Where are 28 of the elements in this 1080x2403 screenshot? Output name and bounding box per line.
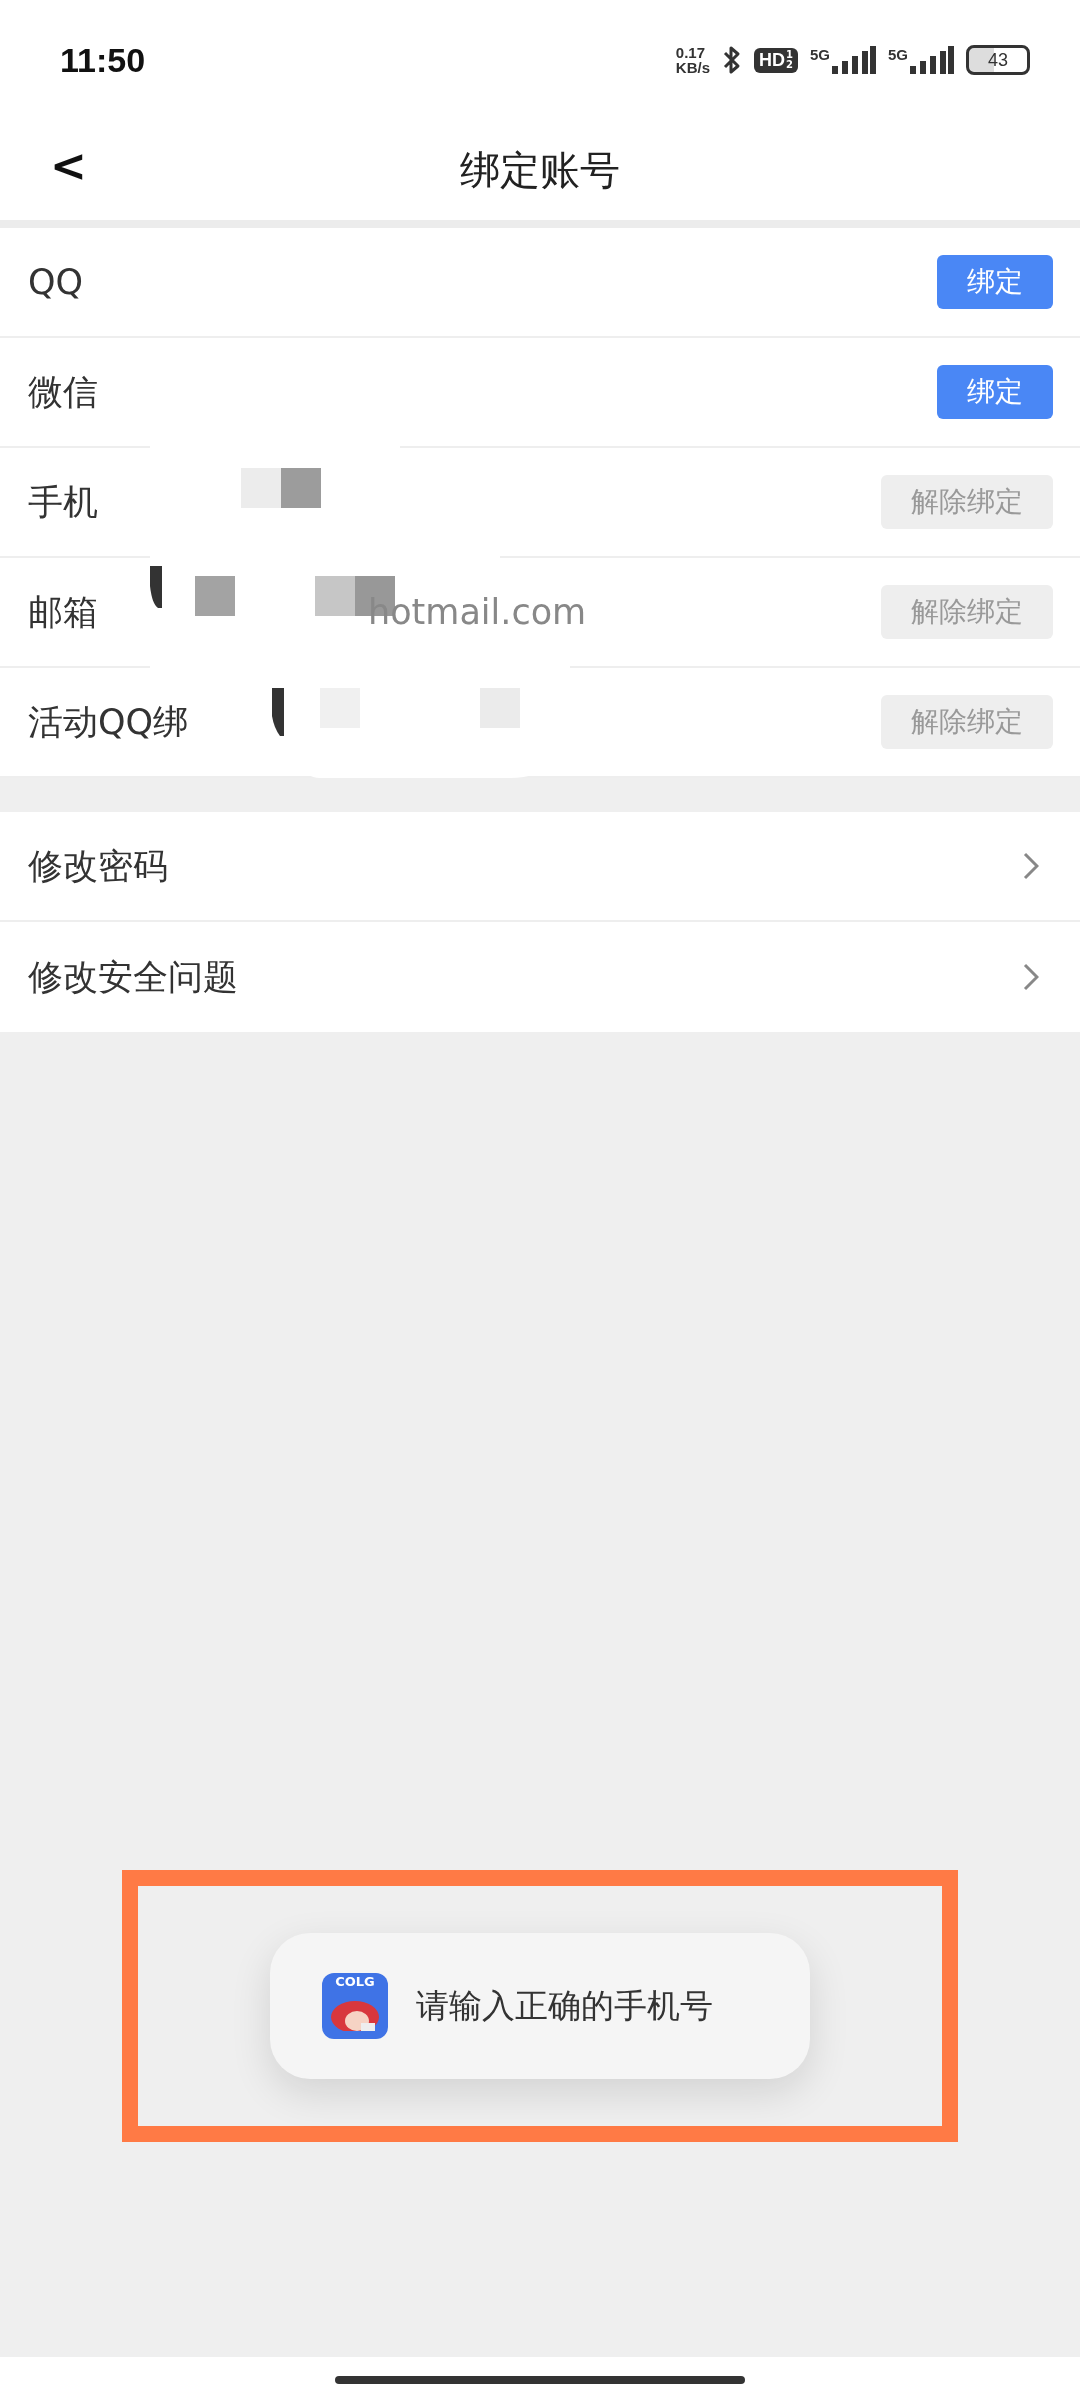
row-label: QQ xyxy=(28,262,84,302)
settings-item[interactable]: 修改密码 xyxy=(0,812,1080,922)
signal-icon xyxy=(910,46,954,74)
row-label: 微信 xyxy=(28,370,98,414)
row-label: 活动QQ绑 xyxy=(28,700,189,744)
unbind-button[interactable]: 解除绑定 xyxy=(881,475,1053,529)
signal-icon xyxy=(832,46,876,74)
unbind-button[interactable]: 解除绑定 xyxy=(881,585,1053,639)
back-button[interactable]: < xyxy=(40,140,97,191)
bind-button[interactable]: 绑定 xyxy=(937,365,1053,419)
unbind-button[interactable]: 解除绑定 xyxy=(881,695,1053,749)
bluetooth-icon xyxy=(722,44,742,76)
toast-text: 请输入正确的手机号 xyxy=(416,1984,713,2027)
bind-button[interactable]: 绑定 xyxy=(937,255,1053,309)
network-speed: 0.17 xyxy=(675,45,706,60)
network-type: 5G xyxy=(888,46,908,63)
chevron-right-icon xyxy=(1023,963,1039,991)
app-icon: COLG xyxy=(322,1973,388,2039)
settings-item[interactable]: 修改安全问题 xyxy=(0,922,1080,1032)
home-indicator[interactable] xyxy=(335,2376,745,2384)
status-time: 11:50 xyxy=(60,40,146,80)
network-speed: KB/s xyxy=(675,60,710,75)
row-label: 邮箱 xyxy=(28,590,98,634)
network-type: 5G xyxy=(809,46,830,63)
battery-icon: 43 xyxy=(966,45,1030,75)
chevron-right-icon xyxy=(1023,852,1039,880)
row-label: 手机 xyxy=(28,480,98,524)
page-title: 绑定账号 xyxy=(460,145,620,195)
